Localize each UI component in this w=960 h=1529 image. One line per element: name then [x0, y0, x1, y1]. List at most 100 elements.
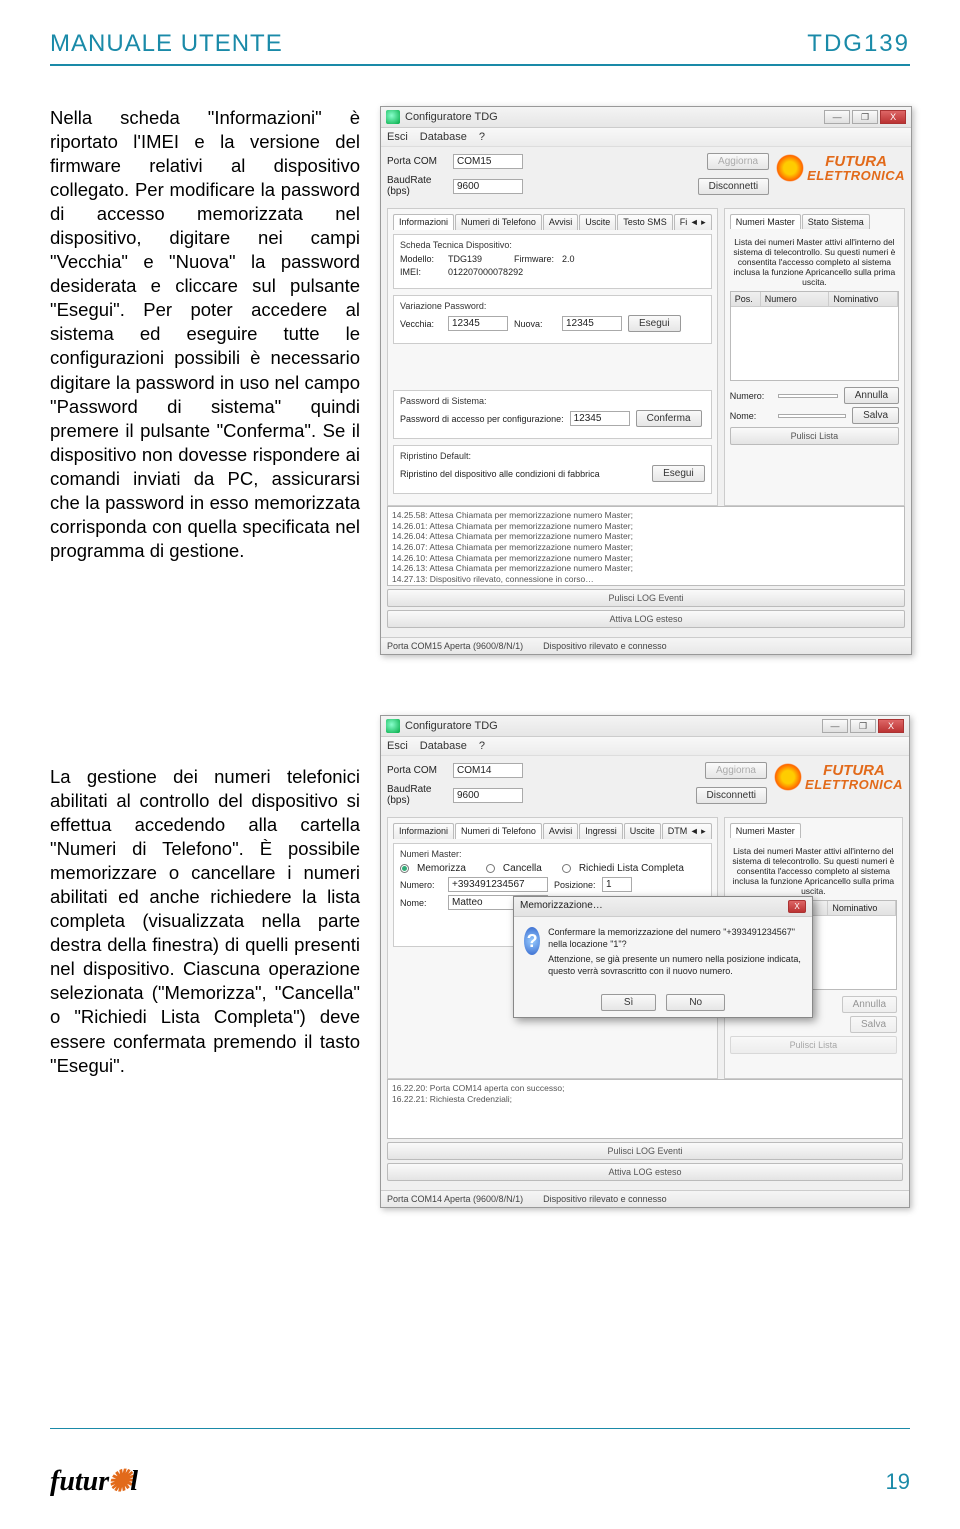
- dialog-message-2: Attenzione, se già presente un numero ne…: [548, 954, 802, 977]
- tab-informazioni[interactable]: Informazioni: [393, 214, 454, 230]
- th-numero: Numero: [761, 292, 830, 306]
- right-desc: Lista dei numeri Master attivi all'inter…: [730, 233, 899, 291]
- dialog-no-button[interactable]: No: [666, 994, 725, 1011]
- baud-select[interactable]: 9600: [453, 179, 523, 194]
- confirm-dialog: Memorizzazione… X ? Confermare la memori…: [513, 896, 813, 1018]
- tab-testosms[interactable]: Testo SMS: [617, 214, 673, 230]
- window-title: Configuratore TDG: [405, 111, 498, 123]
- ripr-legend: Ripristino Default:: [400, 451, 705, 461]
- pulisci-lista-button[interactable]: Pulisci Lista: [730, 427, 899, 445]
- firmware-value: 2.0: [562, 254, 575, 264]
- vecchia-input[interactable]: 12345: [448, 316, 508, 331]
- esegui-pwd-button[interactable]: Esegui: [628, 315, 681, 332]
- page-header: MANUALE UTENTE TDG139: [50, 30, 910, 66]
- tab-ingressi[interactable]: Ingressi: [579, 823, 623, 839]
- maximize-button[interactable]: ❐: [850, 719, 876, 733]
- minimize-button[interactable]: —: [824, 110, 850, 124]
- pulisci-lista-button[interactable]: Pulisci Lista: [730, 1036, 897, 1054]
- disconnetti-button[interactable]: Disconnetti: [696, 787, 767, 804]
- nuova-input[interactable]: 12345: [562, 316, 622, 331]
- numero-label: Numero:: [730, 391, 772, 401]
- radio-lista[interactable]: [562, 864, 571, 873]
- tab-master[interactable]: Numeri Master: [730, 214, 801, 229]
- pulisci-log-button[interactable]: Pulisci LOG Eventi: [387, 1142, 903, 1160]
- radio-memorizza[interactable]: [400, 864, 409, 873]
- dialog-close-icon[interactable]: X: [788, 900, 806, 913]
- tab-numeri[interactable]: Numeri di Telefono: [455, 214, 542, 230]
- baud-select[interactable]: 9600: [453, 788, 523, 803]
- tab-stato[interactable]: Stato Sistema: [802, 214, 870, 229]
- syspwd-group: Password di Sistema: Password di accesso…: [393, 390, 712, 439]
- firmware-label: Firmware:: [514, 254, 556, 264]
- brand-line2: ELETTRONICA: [805, 778, 903, 791]
- window-titlebar: Configuratore TDG — ❐ X: [381, 107, 911, 128]
- tab-more[interactable]: DTM ◄ ▸: [662, 823, 712, 839]
- tab-uscite[interactable]: Uscite: [579, 214, 616, 230]
- ripristino-group: Ripristino Default: Ripristino del dispo…: [393, 445, 712, 494]
- aggiorna-button[interactable]: Aggiorna: [707, 153, 769, 170]
- menu-database[interactable]: Database: [420, 740, 467, 752]
- th-pos: Pos.: [731, 292, 761, 306]
- log-line: 14.26.07: Attesa Chiamata per memorizzaz…: [392, 542, 900, 553]
- nome-label: Nome:: [400, 898, 442, 908]
- brand-logo: FUTURA ELETTRONICA: [775, 153, 905, 183]
- log-line: 14.27.13: Dispositivo rilevato, connessi…: [392, 574, 900, 585]
- sun-icon: [775, 153, 805, 183]
- salva-button[interactable]: Salva: [852, 407, 899, 424]
- aggiorna-button[interactable]: Aggiorna: [705, 762, 767, 779]
- numero-input[interactable]: [778, 394, 838, 398]
- syspwd-input[interactable]: 12345: [570, 411, 630, 426]
- master-table[interactable]: Pos. Numero Nominativo: [730, 291, 899, 381]
- nome-input[interactable]: [778, 414, 846, 418]
- tab-numeri[interactable]: Numeri di Telefono: [455, 823, 542, 839]
- minimize-button[interactable]: —: [822, 719, 848, 733]
- menu-esci[interactable]: Esci: [387, 131, 408, 143]
- app-icon: [386, 719, 400, 733]
- brand-line1: FUTURA: [807, 154, 905, 169]
- opt-memorizza: Memorizza: [417, 863, 466, 874]
- salva-button[interactable]: Salva: [850, 1016, 897, 1033]
- tab-avvisi[interactable]: Avvisi: [543, 823, 578, 839]
- annulla-button[interactable]: Annulla: [844, 387, 899, 404]
- section-1-desc: Nella scheda "Informazioni" è riportato …: [50, 106, 360, 563]
- tab-more[interactable]: Fi ◄ ▸: [674, 214, 712, 230]
- porta-select[interactable]: COM15: [453, 154, 523, 169]
- attiva-log-button[interactable]: Attiva LOG esteso: [387, 1163, 903, 1181]
- brand-line1: FUTURA: [805, 763, 903, 778]
- menu-database[interactable]: Database: [420, 131, 467, 143]
- esegui-ripr-button[interactable]: Esegui: [652, 465, 705, 482]
- attiva-log-button[interactable]: Attiva LOG esteso: [387, 610, 905, 628]
- posizione-select[interactable]: 1: [602, 877, 632, 892]
- syspwd-legend: Password di Sistema:: [400, 396, 705, 406]
- left-tabs: Informazioni Numeri di Telefono Avvisi U…: [393, 214, 712, 230]
- numero-input[interactable]: +393491234567: [448, 877, 548, 892]
- annulla-button[interactable]: Annulla: [842, 996, 897, 1013]
- tab-uscite[interactable]: Uscite: [624, 823, 661, 839]
- status-left: Porta COM15 Aperta (9600/8/N/1): [387, 641, 523, 651]
- close-button[interactable]: X: [878, 719, 904, 733]
- menu-help[interactable]: ?: [479, 740, 485, 752]
- log-line: 16.22.21: Richiesta Credenziali;: [392, 1094, 898, 1105]
- dialog-si-button[interactable]: Sì: [601, 994, 656, 1011]
- numeri-legend: Numeri Master:: [400, 849, 705, 859]
- close-button[interactable]: X: [880, 110, 906, 124]
- dialog-title: Memorizzazione…: [520, 900, 603, 913]
- maximize-button[interactable]: ❐: [852, 110, 878, 124]
- conferma-button[interactable]: Conferma: [636, 410, 702, 427]
- porta-label: Porta COM: [387, 765, 449, 776]
- pulisci-log-button[interactable]: Pulisci LOG Eventi: [387, 589, 905, 607]
- menu-esci[interactable]: Esci: [387, 740, 408, 752]
- tab-informazioni[interactable]: Informazioni: [393, 823, 454, 839]
- menu-help[interactable]: ?: [479, 131, 485, 143]
- porta-select[interactable]: COM14: [453, 763, 523, 778]
- tab-avvisi[interactable]: Avvisi: [543, 214, 578, 230]
- posizione-label: Posizione:: [554, 880, 596, 890]
- right-tabs: Numeri Master Stato Sistema: [730, 214, 899, 229]
- radio-cancella[interactable]: [486, 864, 495, 873]
- nome-label: Nome:: [730, 411, 772, 421]
- disconnetti-button[interactable]: Disconnetti: [698, 178, 769, 195]
- tab-master[interactable]: Numeri Master: [730, 823, 801, 838]
- menubar: Esci Database ?: [381, 128, 911, 147]
- section-2-desc: La gestione dei numeri telefonici abilit…: [50, 715, 360, 1078]
- modello-value: TDG139: [448, 254, 482, 264]
